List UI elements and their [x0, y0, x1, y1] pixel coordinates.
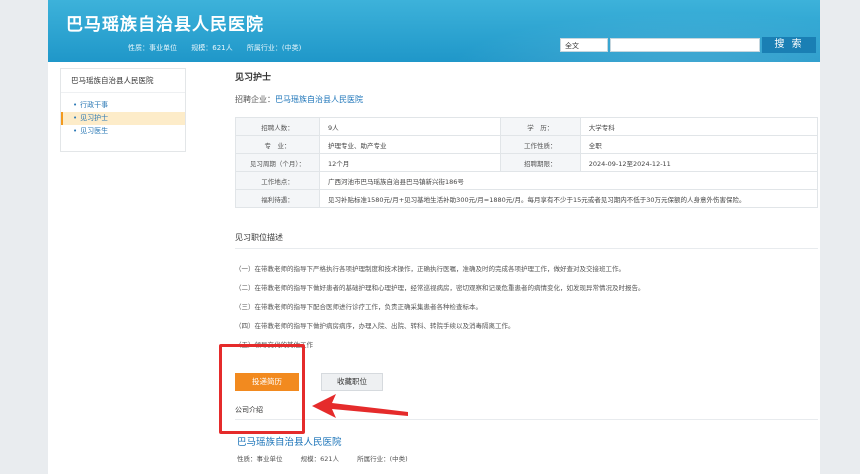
sidebar-item-admin-clerk[interactable]: • 行政干事 — [61, 99, 185, 112]
search-button[interactable]: 搜 索 — [762, 37, 816, 53]
search-input[interactable] — [610, 38, 760, 52]
list-item: （二）在带教老师的指导下做好患者的基础护理和心理护理，经常巡视病房，密切观察和记… — [235, 284, 645, 292]
job-info-table: 招聘人数： 9人 学 历： 大学专科 专 业： 护理专业、助产专业 工作性质： … — [235, 117, 819, 208]
duty-list: （一）在带教老师的指导下严格执行各项护理制度和技术操作，正确执行医嘱，准确及时的… — [235, 260, 818, 355]
search-scope-select[interactable]: 全文 ▼ — [560, 38, 608, 52]
sidebar-title: 巴马瑶族自治县人民医院 — [61, 69, 185, 93]
employer-link[interactable]: 巴马瑶族自治县人民医院 — [275, 95, 363, 104]
site-meta-nature: 性质：事业单位 — [128, 44, 177, 52]
table-label: 招聘期限： — [499, 153, 581, 172]
site-meta-industry: 所属行业：(中类) — [246, 44, 302, 52]
table-row: 专 业： 护理专业、助产专业 工作性质： 全职 — [235, 135, 819, 154]
table-label: 招聘人数： — [235, 117, 320, 136]
table-row: 招聘人数： 9人 学 历： 大学专科 — [235, 117, 819, 136]
search-scope-value: 全文 — [565, 42, 579, 50]
company-meta: 性质：事业单位 规模：621人 所属行业：(中类) — [237, 453, 424, 463]
table-value: 2024-09-12至2024-12-11 — [579, 153, 819, 172]
table-label: 工作性质： — [499, 135, 581, 154]
table-value: 护理专业、助产专业 — [319, 135, 501, 154]
table-value: 全职 — [579, 135, 819, 154]
list-item: （一）在带教老师的指导下严格执行各项护理制度和技术操作，正确执行医嘱，准确及时的… — [235, 265, 625, 273]
job-title: 见习护士 — [235, 73, 272, 83]
list-item: （三）在带教老师的指导下配合医师进行诊疗工作，负责正确采集患者各种检查标本。 — [235, 303, 482, 311]
table-label: 学 历： — [499, 117, 581, 136]
sidebar-item-label: 见习护士 — [80, 114, 109, 122]
table-value: 见习补贴标准1580元/月+见习基地生活补助300元/月=1880元/月。每月享… — [319, 189, 818, 208]
sidebar-item-label: 见习医生 — [80, 127, 109, 135]
table-label: 工作地点： — [235, 171, 320, 190]
table-label: 见习周期（个月）： — [235, 153, 320, 172]
header-wave-decoration — [400, 0, 820, 62]
section-title: 见习职位描述 — [235, 233, 283, 242]
site-name[interactable]: 巴马瑶族自治县人民医院 — [66, 10, 264, 35]
table-label: 专 业： — [235, 135, 320, 154]
sidebar-item-intern-nurse[interactable]: • 见习护士 — [61, 112, 185, 125]
bullet-icon: • — [73, 127, 78, 135]
table-value: 12个月 — [319, 153, 501, 172]
employer: 招聘企业：巴马瑶族自治县人民医院 — [235, 94, 363, 105]
sidebar-item-label: 行政干事 — [80, 101, 109, 109]
bullet-icon: • — [73, 114, 78, 122]
bullet-icon: • — [73, 101, 78, 109]
table-value: 9人 — [319, 117, 501, 136]
sidebar-item-intern-doctor[interactable]: • 见习医生 — [61, 125, 185, 138]
employer-label: 招聘企业： — [235, 95, 275, 104]
list-item: （五）领导交代的其他工作 — [235, 341, 313, 349]
company-meta-nature: 性质：事业单位 — [237, 455, 283, 463]
company-meta-size: 规模：621人 — [300, 455, 339, 463]
table-row: 工作地点： 广西河池市巴马瑶族自治县巴马镇新兴街186号 — [235, 171, 818, 190]
annotation-highlight-box — [219, 344, 305, 434]
table-value: 大学专科 — [579, 117, 819, 136]
annotation-arrow-icon — [312, 394, 408, 418]
divider — [235, 248, 818, 249]
site-meta: 性质：事业单位 规模：621人 所属行业：(中类) — [128, 43, 313, 53]
job-detail: 见习护士 招聘企业：巴马瑶族自治县人民医院 招聘人数： 9人 学 历： 大学专科… — [235, 70, 820, 463]
table-label: 福利待遇： — [235, 189, 320, 208]
table-row: 福利待遇： 见习补贴标准1580元/月+见习基地生活补助300元/月=1880元… — [235, 189, 818, 208]
site-header: 巴马瑶族自治县人民医院 性质：事业单位 规模：621人 所属行业：(中类) 全文… — [48, 0, 820, 62]
table-value: 广西河池市巴马瑶族自治县巴马镇新兴街186号 — [319, 171, 818, 190]
list-item: （四）在带教老师的指导下做护病房病序，办理入院、出院、转科、转院手续以及消毒隔离… — [235, 322, 515, 330]
sidebar: 巴马瑶族自治县人民医院 • 行政干事 • 见习护士 • 见习医生 — [60, 68, 186, 152]
company-meta-industry: 所属行业：(中类) — [357, 455, 408, 463]
page-frame: 巴马瑶族自治县人民医院 性质：事业单位 规模：621人 所属行业：(中类) 全文… — [48, 0, 820, 474]
table-row: 见习周期（个月）： 12个月 招聘期限： 2024-09-12至2024-12-… — [235, 153, 819, 172]
company-name-link[interactable]: 巴马瑶族自治县人民医院 — [237, 434, 342, 448]
site-meta-size: 规模：621人 — [191, 44, 233, 52]
